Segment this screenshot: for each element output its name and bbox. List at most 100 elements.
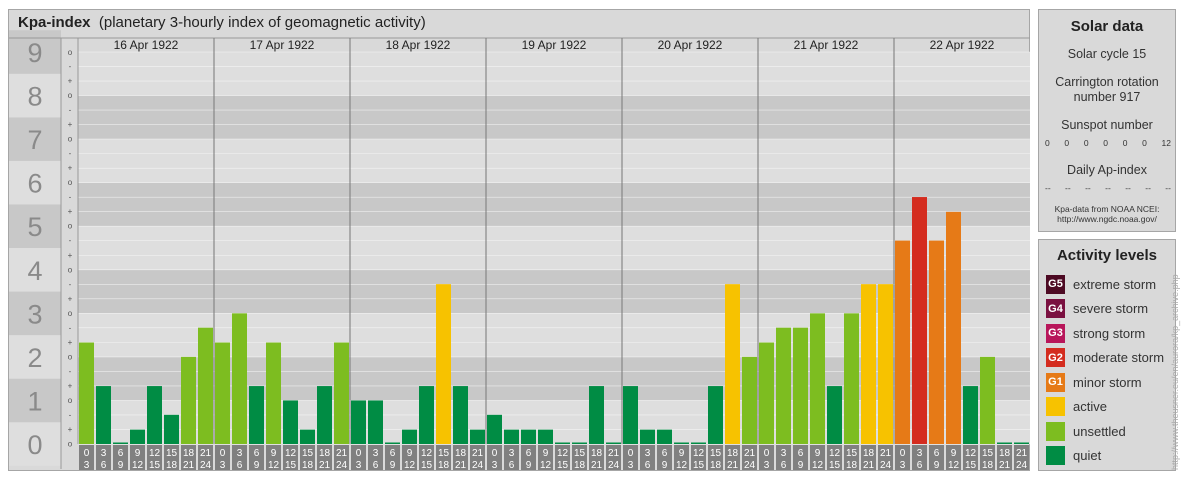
interval-start-label: 3 bbox=[237, 448, 243, 459]
interval-end-label: 12 bbox=[132, 460, 144, 471]
kp-bar bbox=[708, 386, 723, 444]
interval-start-label: 9 bbox=[135, 448, 141, 459]
day-label: 17 Apr 1922 bbox=[250, 38, 315, 52]
interval-start-label: 18 bbox=[999, 448, 1011, 459]
kp-bar bbox=[1014, 442, 1029, 444]
interval-start-label: 3 bbox=[645, 448, 651, 459]
interval-end-label: 24 bbox=[608, 460, 620, 471]
interval-end-label: 24 bbox=[200, 460, 212, 471]
legend-item-active: active bbox=[1046, 397, 1107, 417]
kp-bar bbox=[555, 442, 570, 444]
interval-end-label: 21 bbox=[319, 460, 331, 471]
kp-bar bbox=[487, 414, 502, 444]
interval-end-label: 21 bbox=[999, 460, 1011, 471]
kp-bar bbox=[640, 429, 655, 444]
interval-start-label: 18 bbox=[455, 448, 467, 459]
kp-bar bbox=[113, 442, 128, 444]
interval-end-label: 18 bbox=[982, 460, 994, 471]
interval-end-label: 6 bbox=[373, 460, 379, 471]
kp-bar bbox=[147, 386, 162, 444]
interval-start-label: 9 bbox=[407, 448, 413, 459]
interval-end-label: 9 bbox=[934, 460, 940, 471]
carrington-rotation: Carrington rotation number 917 bbox=[1055, 75, 1159, 104]
legend-label: strong storm bbox=[1073, 325, 1146, 341]
interval-start-label: 0 bbox=[220, 448, 226, 459]
legend-swatch: G4 bbox=[1046, 299, 1065, 318]
interval-start-label: 15 bbox=[574, 448, 586, 459]
site-watermark: http://www.theusner.eu/en/aurora/kp_arch… bbox=[1170, 274, 1180, 470]
interval-start-label: 6 bbox=[798, 448, 804, 459]
interval-start-label: 6 bbox=[254, 448, 260, 459]
y-tick-label: 2 bbox=[27, 343, 42, 373]
interval-end-label: 24 bbox=[744, 460, 756, 471]
kp-bar bbox=[368, 400, 383, 444]
kp-bar bbox=[793, 327, 808, 444]
legend-label: active bbox=[1073, 399, 1107, 414]
kp-bar bbox=[164, 414, 179, 444]
sub-tick-mark: - bbox=[69, 323, 72, 332]
interval-start-label: 21 bbox=[880, 448, 892, 459]
interval-end-label: 3 bbox=[220, 460, 226, 471]
kp-bar bbox=[589, 386, 604, 444]
interval-start-label: 9 bbox=[951, 448, 957, 459]
kp-bar bbox=[844, 313, 859, 444]
kp-bar bbox=[929, 240, 944, 444]
kp-bar bbox=[623, 386, 638, 444]
kp-bar bbox=[266, 342, 281, 444]
day-label: 19 Apr 1922 bbox=[522, 38, 587, 52]
kp-bar bbox=[521, 429, 536, 444]
interval-start-label: 18 bbox=[863, 448, 875, 459]
y-tick-label: 5 bbox=[27, 212, 42, 242]
kp-bar bbox=[419, 386, 434, 444]
sub-tick-mark: + bbox=[68, 425, 73, 434]
sub-tick-mark: - bbox=[69, 410, 72, 419]
kp-bar bbox=[861, 284, 876, 444]
kp-bar bbox=[606, 442, 621, 444]
interval-start-label: 21 bbox=[200, 448, 212, 459]
legend-swatch: G3 bbox=[1046, 323, 1065, 343]
kp-bar bbox=[997, 442, 1012, 444]
legend-label: minor storm bbox=[1073, 374, 1142, 390]
interval-end-label: 18 bbox=[710, 460, 722, 471]
kp-level-band bbox=[78, 226, 1030, 270]
interval-end-label: 18 bbox=[166, 460, 178, 471]
solar-cycle: Solar cycle 15 bbox=[1067, 47, 1147, 61]
sub-tick-mark: + bbox=[68, 120, 73, 129]
interval-end-label: 3 bbox=[84, 460, 90, 471]
interval-end-label: 9 bbox=[662, 460, 668, 471]
interval-end-label: 15 bbox=[693, 460, 705, 471]
interval-start-label: 3 bbox=[509, 448, 515, 459]
legend-item-quiet: quiet bbox=[1046, 446, 1101, 466]
interval-end-label: 6 bbox=[917, 460, 923, 471]
sub-tick-mark: - bbox=[69, 193, 72, 202]
y-tick-label: 4 bbox=[27, 256, 42, 286]
legend-item-extreme-storm: G5 extreme storm bbox=[1046, 274, 1156, 294]
interval-end-label: 15 bbox=[285, 460, 297, 471]
kp-bar bbox=[674, 442, 689, 444]
kp-bar bbox=[895, 240, 910, 444]
interval-end-label: 24 bbox=[880, 460, 892, 471]
interval-end-label: 12 bbox=[812, 460, 824, 471]
interval-start-label: 6 bbox=[118, 448, 124, 459]
ap-index-value: -- bbox=[1085, 183, 1091, 193]
interval-start-label: 18 bbox=[727, 448, 739, 459]
kp-bar bbox=[963, 386, 978, 444]
interval-end-label: 12 bbox=[540, 460, 552, 471]
interval-start-label: 12 bbox=[829, 448, 841, 459]
legend-swatch: G1 bbox=[1046, 372, 1065, 392]
kp-bar bbox=[249, 386, 264, 444]
interval-end-label: 18 bbox=[846, 460, 858, 471]
interval-start-label: 21 bbox=[336, 448, 348, 459]
sub-tick-mark: - bbox=[69, 149, 72, 158]
kp-bar bbox=[725, 284, 740, 444]
kp-bar bbox=[572, 442, 587, 444]
kpa-bar-chart: 0123456789o+-o+-o+-o+-o+-o+-o+-o+-o+-o16… bbox=[9, 30, 1030, 471]
sub-tick-mark: - bbox=[69, 106, 72, 115]
sub-tick-mark: o bbox=[68, 135, 73, 144]
kp-bar bbox=[79, 342, 94, 444]
interval-end-label: 12 bbox=[676, 460, 688, 471]
kp-bar bbox=[776, 327, 791, 444]
interval-end-label: 6 bbox=[101, 460, 107, 471]
interval-start-label: 15 bbox=[438, 448, 450, 459]
sub-tick-mark: - bbox=[69, 62, 72, 71]
